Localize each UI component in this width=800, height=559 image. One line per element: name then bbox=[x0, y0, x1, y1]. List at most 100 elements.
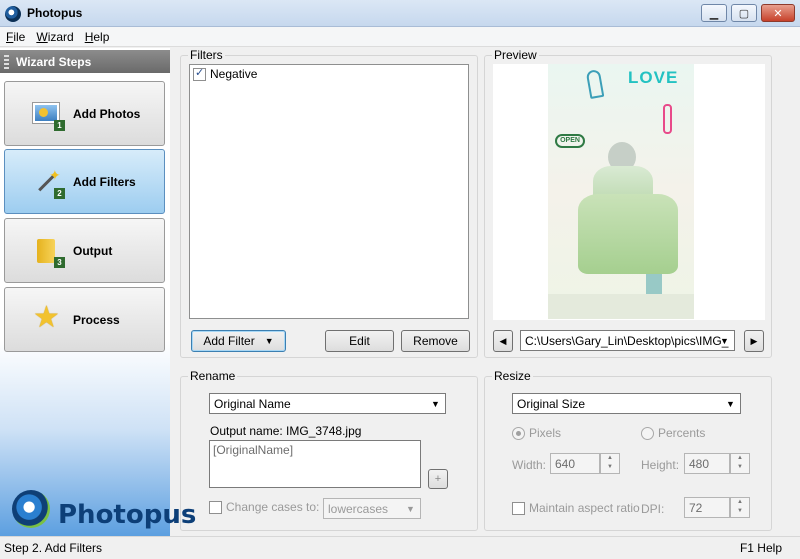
check-icon: ✓ bbox=[195, 66, 205, 79]
rename-mode-value: Original Name bbox=[214, 396, 291, 411]
width-field[interactable]: 640 bbox=[550, 453, 600, 474]
stepper-up-icon: ▲ bbox=[737, 499, 743, 505]
aspect-ratio-option[interactable]: Maintain aspect ratio bbox=[512, 501, 640, 515]
app-logo-icon bbox=[5, 6, 21, 22]
cases-select[interactable]: lowercases ▼ bbox=[323, 498, 421, 519]
filters-label: Filters bbox=[188, 48, 225, 62]
aspect-ratio-checkbox[interactable] bbox=[512, 501, 525, 515]
preview-image-text: LOVE bbox=[628, 68, 679, 87]
menu-help[interactable]: Help bbox=[85, 30, 110, 44]
pixels-label: Pixels bbox=[529, 426, 562, 440]
photos-icon: 1 bbox=[33, 99, 65, 131]
add-filter-label: Add Filter bbox=[203, 334, 255, 348]
pixels-option[interactable]: Pixels bbox=[512, 426, 561, 440]
maximize-icon: ▢ bbox=[738, 7, 750, 20]
resize-mode-select[interactable]: Original Size ▼ bbox=[512, 393, 741, 414]
chevron-down-icon: ▼ bbox=[720, 335, 729, 346]
filter-checkbox[interactable]: ✓ bbox=[193, 66, 206, 81]
menu-bar: File Wizard Help bbox=[0, 27, 800, 47]
dpi-label: DPI: bbox=[641, 502, 665, 516]
step-output[interactable]: 3 Output bbox=[4, 218, 165, 283]
step-number: 3 bbox=[54, 256, 65, 268]
step-number: 1 bbox=[54, 119, 65, 131]
width-label: Width: bbox=[512, 458, 547, 472]
dpi-stepper[interactable]: ▲ ▼ bbox=[730, 497, 750, 518]
menu-wizard[interactable]: Wizard bbox=[36, 30, 73, 44]
grip-icon bbox=[4, 55, 9, 69]
minimize-icon: ▁ bbox=[709, 7, 719, 20]
wizard-steps-header: Wizard Steps bbox=[0, 50, 170, 73]
rename-mode-select[interactable]: Original Name ▼ bbox=[209, 393, 446, 414]
magic-wand-icon: ✦ 2 bbox=[33, 167, 65, 199]
aspect-ratio-label: Maintain aspect ratio bbox=[529, 501, 640, 515]
step-add-photos[interactable]: 1 Add Photos bbox=[4, 81, 165, 146]
status-bar: Step 2. Add Filters F1 Help bbox=[0, 536, 800, 559]
photopus-logo-icon bbox=[12, 490, 50, 528]
step-process[interactable]: ★ Process bbox=[4, 287, 165, 352]
menu-file[interactable]: File bbox=[6, 30, 25, 44]
change-cases-option[interactable]: Change cases to: bbox=[209, 500, 319, 514]
stepper-down-icon: ▼ bbox=[607, 464, 613, 470]
chevron-down-icon: ▼ bbox=[406, 503, 415, 514]
dropdown-arrow-icon: ▼ bbox=[264, 336, 274, 346]
resize-mode-value: Original Size bbox=[517, 396, 586, 411]
dpi-field[interactable]: 72 bbox=[684, 497, 730, 518]
height-stepper[interactable]: ▲ ▼ bbox=[730, 453, 750, 474]
rename-label: Rename bbox=[188, 369, 238, 383]
stepper-up-icon: ▲ bbox=[607, 455, 613, 461]
preview-image-text: OPEN bbox=[555, 134, 585, 148]
minimize-button[interactable]: ▁ bbox=[701, 4, 727, 22]
change-cases-checkbox[interactable] bbox=[209, 500, 222, 514]
image-path-value: C:\Users\Gary_Lin\Desktop\pics\IMG_ bbox=[525, 333, 729, 348]
close-icon: ✕ bbox=[773, 7, 783, 20]
window-title: Photopus bbox=[27, 6, 83, 20]
step-number: 2 bbox=[54, 187, 65, 199]
resize-label: Resize bbox=[492, 369, 533, 383]
step-add-filters[interactable]: ✦ 2 Add Filters bbox=[4, 149, 165, 214]
percents-option[interactable]: Percents bbox=[641, 426, 705, 440]
chevron-right-icon: ▶ bbox=[750, 335, 758, 346]
percents-radio[interactable] bbox=[641, 426, 654, 440]
preview-area: LOVE OPEN bbox=[493, 64, 765, 320]
step-label: Output bbox=[73, 243, 113, 258]
edit-button[interactable]: Edit bbox=[325, 330, 394, 352]
height-label: Height: bbox=[641, 458, 680, 472]
stepper-up-icon: ▲ bbox=[737, 455, 743, 461]
percents-label: Percents bbox=[658, 426, 706, 440]
change-cases-label: Change cases to: bbox=[226, 500, 320, 514]
list-item[interactable]: ✓ Negative bbox=[193, 67, 257, 81]
folder-icon: 3 bbox=[33, 236, 65, 268]
maximize-button[interactable]: ▢ bbox=[731, 4, 757, 22]
chevron-down-icon: ▼ bbox=[726, 398, 735, 409]
chevron-left-icon: ◀ bbox=[499, 335, 507, 346]
height-field[interactable]: 480 bbox=[684, 453, 730, 474]
preview-label: Preview bbox=[492, 48, 539, 62]
image-path-select[interactable]: C:\Users\Gary_Lin\Desktop\pics\IMG_ ▼ bbox=[520, 330, 735, 351]
step-label: Process bbox=[73, 312, 120, 327]
stepper-down-icon: ▼ bbox=[737, 464, 743, 470]
help-hint[interactable]: F1 Help bbox=[740, 541, 782, 555]
insert-tag-button[interactable]: + bbox=[428, 469, 448, 489]
title-bar: Photopus ▁ ▢ ✕ bbox=[0, 0, 800, 27]
filters-list[interactable]: ✓ Negative bbox=[189, 64, 469, 319]
step-label: Add Photos bbox=[73, 106, 141, 121]
next-image-button[interactable]: ▶ bbox=[744, 330, 764, 352]
preview-image: LOVE OPEN bbox=[548, 64, 694, 319]
width-stepper[interactable]: ▲ ▼ bbox=[600, 453, 620, 474]
star-icon: ★ bbox=[33, 300, 60, 334]
remove-button[interactable]: Remove bbox=[401, 330, 470, 352]
previous-image-button[interactable]: ◀ bbox=[493, 330, 513, 352]
close-button[interactable]: ✕ bbox=[761, 4, 795, 22]
rename-pattern-field[interactable]: [OriginalName] bbox=[209, 440, 421, 488]
add-filter-button[interactable]: Add Filter ▼ bbox=[191, 330, 286, 352]
step-label: Add Filters bbox=[73, 174, 136, 189]
chevron-down-icon: ▼ bbox=[431, 398, 440, 409]
pixels-radio[interactable] bbox=[512, 426, 525, 440]
logo-text: Photopus bbox=[58, 500, 197, 530]
filter-name: Negative bbox=[210, 67, 258, 81]
output-name-text: Output name: IMG_3748.jpg bbox=[210, 424, 362, 438]
stepper-down-icon: ▼ bbox=[737, 508, 743, 514]
status-text: Step 2. Add Filters bbox=[4, 541, 103, 555]
cases-value: lowercases bbox=[328, 501, 389, 516]
plus-icon: + bbox=[434, 473, 442, 485]
